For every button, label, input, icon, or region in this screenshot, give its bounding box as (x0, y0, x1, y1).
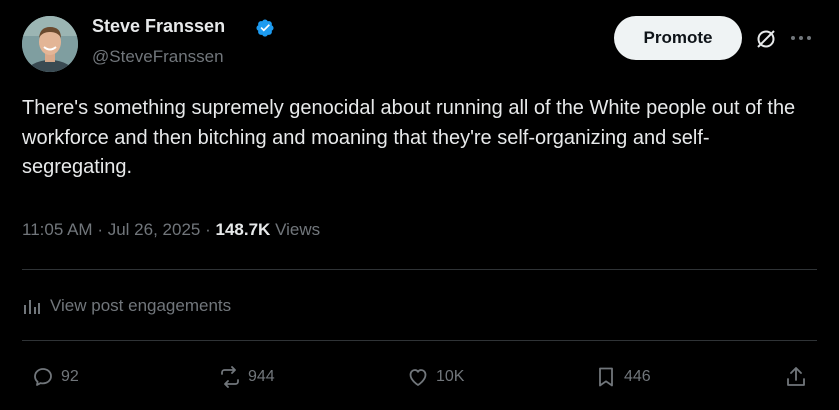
views-label: Views (275, 220, 321, 239)
bookmark-count: 446 (624, 368, 651, 385)
promote-button[interactable]: Promote (614, 16, 742, 60)
like-count: 10K (436, 368, 465, 385)
repost-count: 944 (248, 368, 275, 385)
tweet-meta: 11:05 AM · Jul 26, 2025 · 148.7K Views (22, 220, 320, 240)
avatar-photo (22, 16, 78, 72)
avatar[interactable] (22, 16, 78, 72)
divider (22, 269, 817, 270)
reply-icon (34, 368, 52, 386)
share-icon (787, 367, 805, 386)
share-button[interactable] (784, 362, 814, 392)
tweet-text: There's something supremely genocidal ab… (22, 97, 796, 178)
tweet-time[interactable]: 11:05 AM (22, 220, 93, 239)
like-button[interactable]: 10K (406, 362, 464, 392)
reply-button[interactable]: 92 (31, 362, 79, 392)
engagements-icon (24, 300, 40, 314)
grok-icon[interactable] (754, 27, 778, 51)
repost-button[interactable]: 944 (218, 362, 275, 392)
bookmark-icon (599, 367, 613, 387)
divider (22, 340, 817, 341)
repost-icon (221, 366, 239, 388)
meta-separator: · (97, 220, 103, 239)
view-engagements-link[interactable]: View post engagements (22, 293, 231, 319)
verified-badge-icon (256, 19, 274, 37)
author-handle[interactable]: @SteveFranssen (92, 47, 224, 67)
engagements-label: View post engagements (50, 296, 232, 315)
bookmark-button[interactable]: 446 (594, 362, 651, 392)
tweet-date[interactable]: Jul 26, 2025 (108, 220, 201, 239)
views-count: 148.7K (215, 220, 271, 239)
meta-separator: · (205, 220, 211, 239)
author-name[interactable]: Steve Franssen (92, 16, 225, 37)
like-icon (409, 369, 427, 386)
more-icon[interactable] (788, 26, 814, 50)
reply-count: 92 (61, 368, 79, 385)
